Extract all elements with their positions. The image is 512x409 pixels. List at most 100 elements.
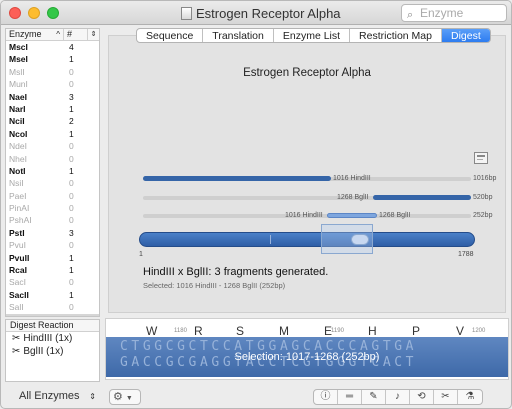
enzyme-name: RcaI: [9, 265, 27, 276]
tab-sequence[interactable]: Sequence: [137, 29, 204, 42]
sequence-overview-bar[interactable]: [139, 232, 475, 247]
digest-reaction-panel: Digest Reaction ✂ HindIII (1x) ✂ BglII (1x…: [5, 319, 100, 382]
enzyme-count: 1: [69, 54, 74, 65]
enzyme-row[interactable]: NotI 1: [6, 165, 99, 177]
enzyme-name: PvuI: [9, 240, 27, 251]
tab-translation[interactable]: Translation: [203, 29, 274, 42]
enzyme-row[interactable]: PshAI 0: [6, 214, 99, 226]
enzyme-row[interactable]: SapI0: [6, 313, 99, 316]
tab-enzyme-list[interactable]: Enzyme List: [274, 29, 351, 42]
fragment-bar[interactable]: [373, 195, 471, 200]
tab-digest[interactable]: Digest: [442, 29, 490, 42]
position-number: 1200: [472, 328, 486, 334]
edit-button[interactable]: ✎: [362, 390, 386, 404]
enzyme-name: NarI: [9, 103, 26, 114]
fragment-label: 1268 BglII: [337, 194, 369, 201]
enzyme-name: NciI: [9, 116, 25, 127]
zoom-button[interactable]: [47, 7, 59, 19]
enzyme-name: SacI: [9, 277, 27, 288]
chevron-updown-icon: ⇕: [89, 392, 96, 401]
scissors-button[interactable]: ✂: [434, 390, 458, 404]
axis-end: 1788: [458, 251, 474, 258]
enzyme-row[interactable]: NheI 0: [6, 153, 99, 165]
cycle-button[interactable]: ⟲: [410, 390, 434, 404]
enzyme-row[interactable]: SalI 0: [6, 301, 99, 313]
amino-acid: V: [456, 324, 465, 338]
enzyme-count: 4: [69, 42, 74, 52]
tab-restriction-map[interactable]: Restriction Map: [350, 29, 442, 42]
enzyme-name: MunI: [9, 79, 28, 90]
fragment-size: 252bp: [473, 212, 493, 219]
enzyme-row[interactable]: PvuII 1: [6, 252, 99, 264]
enzyme-row[interactable]: NaeI 3: [6, 91, 99, 103]
flask-button[interactable]: ⚗: [458, 390, 482, 404]
fragment-bar-selected[interactable]: [327, 213, 377, 218]
enzyme-count: 1: [69, 265, 74, 276]
enzyme-row[interactable]: NcoI 1: [6, 128, 99, 140]
fragment-label: 1016 HindIII: [333, 175, 371, 182]
enzyme-row[interactable]: SacII 1: [6, 289, 99, 301]
selection-handle[interactable]: [351, 234, 369, 245]
enzyme-name: NdeI: [9, 141, 27, 152]
enzyme-row[interactable]: PinAI 0: [6, 202, 99, 214]
column-stepper-icon[interactable]: ⇕: [88, 29, 99, 40]
document-icon: [181, 7, 192, 20]
flask-icon: ⚗: [465, 391, 475, 402]
enzyme-name: SalI: [9, 302, 24, 313]
enzyme-name: MseI: [9, 54, 28, 65]
enzyme-count: 0: [69, 190, 74, 201]
minimize-button[interactable]: [28, 7, 40, 19]
close-button[interactable]: [9, 7, 21, 19]
enzyme-row[interactable]: NsiI 0: [6, 177, 99, 189]
enzyme-name: SacII: [9, 289, 29, 300]
enzyme-count: 2: [69, 116, 74, 127]
enzyme-name: NsiI: [9, 178, 24, 189]
scissors-icon: ✂: [12, 346, 21, 357]
action-menu-button[interactable]: ⚙ ▼: [109, 389, 141, 405]
fragment-bar[interactable]: [143, 176, 331, 181]
digest-item[interactable]: ✂ BglII (1x): [6, 345, 99, 358]
enzyme-row[interactable]: MunI 0: [6, 78, 99, 90]
enzyme-row[interactable]: MslI 0: [6, 66, 99, 78]
enzyme-count: 0: [69, 79, 74, 90]
scissors-icon: ✂: [12, 333, 21, 344]
enzyme-row[interactable]: RcaI 1: [6, 264, 99, 276]
amino-acid: H: [368, 324, 377, 338]
enzyme-count: 0: [69, 215, 74, 226]
amino-acid: P: [412, 324, 421, 338]
enzyme-column-header[interactable]: Enzyme ^: [6, 29, 64, 40]
window-title-group: Estrogen Receptor Alpha: [181, 6, 341, 21]
view-tabs: Sequence Translation Enzyme List Restric…: [136, 28, 491, 43]
digest-selection-text: Selected: 1016 HindIII - 1268 BglII (252…: [143, 281, 286, 290]
sequence-strip[interactable]: W R S M E H P V 1180 1190 1200 CTGGCGCTC…: [105, 318, 509, 380]
enzyme-row[interactable]: SacI 0: [6, 276, 99, 288]
digest-item[interactable]: ✂ HindIII (1x): [6, 332, 99, 345]
digest-title: Estrogen Receptor Alpha: [243, 67, 371, 79]
enzyme-filter-select[interactable]: All Enzymes ⇕: [5, 388, 100, 405]
enzyme-row[interactable]: NdeI 0: [6, 140, 99, 152]
cut-tick: [270, 235, 271, 244]
enzyme-table[interactable]: Enzyme ^ # ⇕ MscI 4 MseI 1 MslI 0 MunI 0 NaeI 3 Nar…: [5, 28, 100, 317]
info-button[interactable]: ⓘ: [314, 390, 338, 404]
enzyme-row[interactable]: MscI 4: [6, 41, 99, 53]
cycle-icon: ⟲: [417, 391, 426, 402]
print-icon[interactable]: [474, 152, 488, 164]
digest-result-text: HindIII x BglII: 3 fragments generated.: [143, 266, 329, 278]
pencil-icon: ✎: [369, 391, 378, 402]
title-bar: Estrogen Receptor Alpha ⌕ Enzyme: [1, 1, 511, 25]
enzyme-row[interactable]: PstI 3: [6, 227, 99, 239]
enzyme-row[interactable]: MseI 1: [6, 53, 99, 65]
enzyme-row[interactable]: NarI 1: [6, 103, 99, 115]
microphone-button[interactable]: ♪: [386, 390, 410, 404]
enzyme-search-input[interactable]: ⌕ Enzyme: [401, 4, 507, 22]
equals-button[interactable]: ═: [338, 390, 362, 404]
digest-reaction-header: Digest Reaction: [6, 320, 99, 332]
enzyme-row[interactable]: PvuI 0: [6, 239, 99, 251]
enzyme-count: 0: [69, 141, 74, 152]
enzyme-row[interactable]: NciI 2: [6, 115, 99, 127]
enzyme-count: 1: [69, 128, 74, 139]
count-column-header[interactable]: #: [64, 29, 88, 40]
enzyme-name: MscI: [9, 42, 28, 52]
enzyme-count: 0: [69, 203, 74, 214]
enzyme-row[interactable]: PaeI 0: [6, 190, 99, 202]
